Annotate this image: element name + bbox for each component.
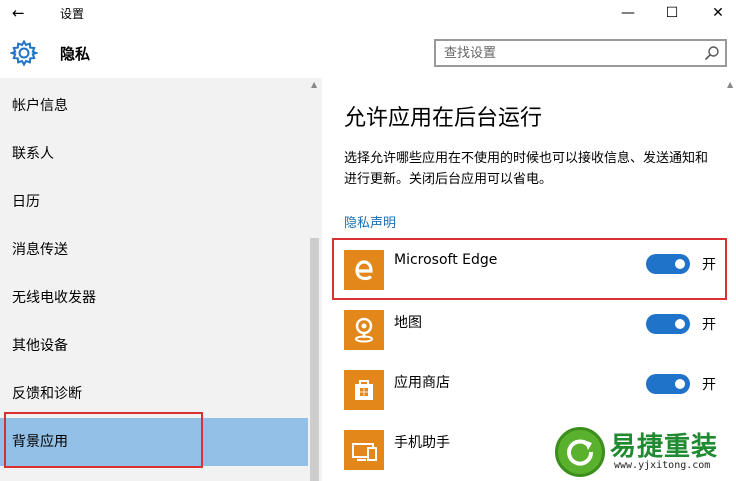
main-scrollbar[interactable]: ▲ — [726, 78, 736, 481]
sidebar-scrollbar[interactable]: ▲ — [308, 78, 322, 481]
app-name: 手机助手 — [394, 435, 450, 451]
gear-icon — [9, 39, 39, 67]
sidebar-item-other-devices[interactable]: 其他设备 — [0, 322, 308, 370]
edge-icon — [344, 250, 384, 290]
sidebar-item-calendar[interactable]: 日历 — [0, 178, 308, 226]
scroll-up-icon[interactable]: ▲ — [311, 80, 317, 89]
minimize-button[interactable]: — — [608, 0, 648, 26]
section-heading: 允许应用在后台运行 — [344, 106, 543, 131]
app-row-maps: 地图 开 — [344, 310, 724, 354]
watermark: 易捷重装 www.yjxitong.com — [552, 424, 736, 481]
back-button[interactable]: ← — [12, 3, 34, 23]
main-panel: 允许应用在后台运行 选择允许哪些应用在不使用的时候也可以接收信息、发送通知和进行… — [322, 78, 736, 481]
privacy-statement-link[interactable]: 隐私声明 — [344, 212, 396, 231]
app-row-edge: Microsoft Edge 开 — [344, 250, 724, 294]
sidebar-item-account-info[interactable]: 帐户信息 — [0, 82, 308, 130]
app-row-store: 应用商店 开 — [344, 370, 724, 414]
toggle-knob — [675, 379, 685, 389]
edge-toggle[interactable] — [646, 254, 690, 274]
toggle-knob — [675, 319, 685, 329]
store-toggle[interactable] — [646, 374, 690, 394]
app-name: 地图 — [394, 315, 422, 331]
sidebar: 帐户信息 联系人 日历 消息传送 无线电收发器 其他设备 反馈和诊断 背景应用 … — [0, 78, 322, 481]
refresh-logo-icon — [555, 427, 605, 477]
sidebar-item-messaging[interactable]: 消息传送 — [0, 226, 308, 274]
sidebar-item-background-apps[interactable]: 背景应用 — [0, 418, 308, 466]
page-title: 隐私 — [60, 45, 91, 63]
toggle-state-label: 开 — [702, 317, 716, 333]
toggle-state-label: 开 — [702, 377, 716, 393]
section-description: 选择允许哪些应用在不使用的时候也可以接收信息、发送通知和进行更新。关闭后台应用可… — [344, 151, 709, 187]
watermark-name: 易捷重装 — [610, 432, 719, 462]
sidebar-item-contacts[interactable]: 联系人 — [0, 130, 308, 178]
app-name: Microsoft Edge — [394, 252, 498, 268]
maps-icon — [344, 310, 384, 350]
title-bar: ← 设置 — ☐ ✕ — [0, 0, 736, 26]
scrollbar-thumb[interactable] — [310, 238, 319, 481]
sidebar-item-radios[interactable]: 无线电收发器 — [0, 274, 308, 322]
app-name: 应用商店 — [394, 375, 450, 391]
phone-companion-icon — [344, 430, 384, 470]
toggle-knob — [675, 259, 685, 269]
watermark-url: www.yjxitong.com — [614, 460, 711, 471]
sidebar-item-feedback[interactable]: 反馈和诊断 — [0, 370, 308, 418]
search-icon[interactable] — [704, 45, 720, 61]
toggle-state-label: 开 — [702, 257, 716, 273]
window-title: 设置 — [60, 7, 85, 21]
scroll-up-icon[interactable]: ▲ — [727, 80, 733, 89]
close-button[interactable]: ✕ — [698, 0, 736, 26]
maps-toggle[interactable] — [646, 314, 690, 334]
search-box[interactable] — [434, 39, 727, 67]
search-input[interactable] — [444, 44, 694, 62]
maximize-button[interactable]: ☐ — [652, 0, 692, 26]
store-icon — [344, 370, 384, 410]
